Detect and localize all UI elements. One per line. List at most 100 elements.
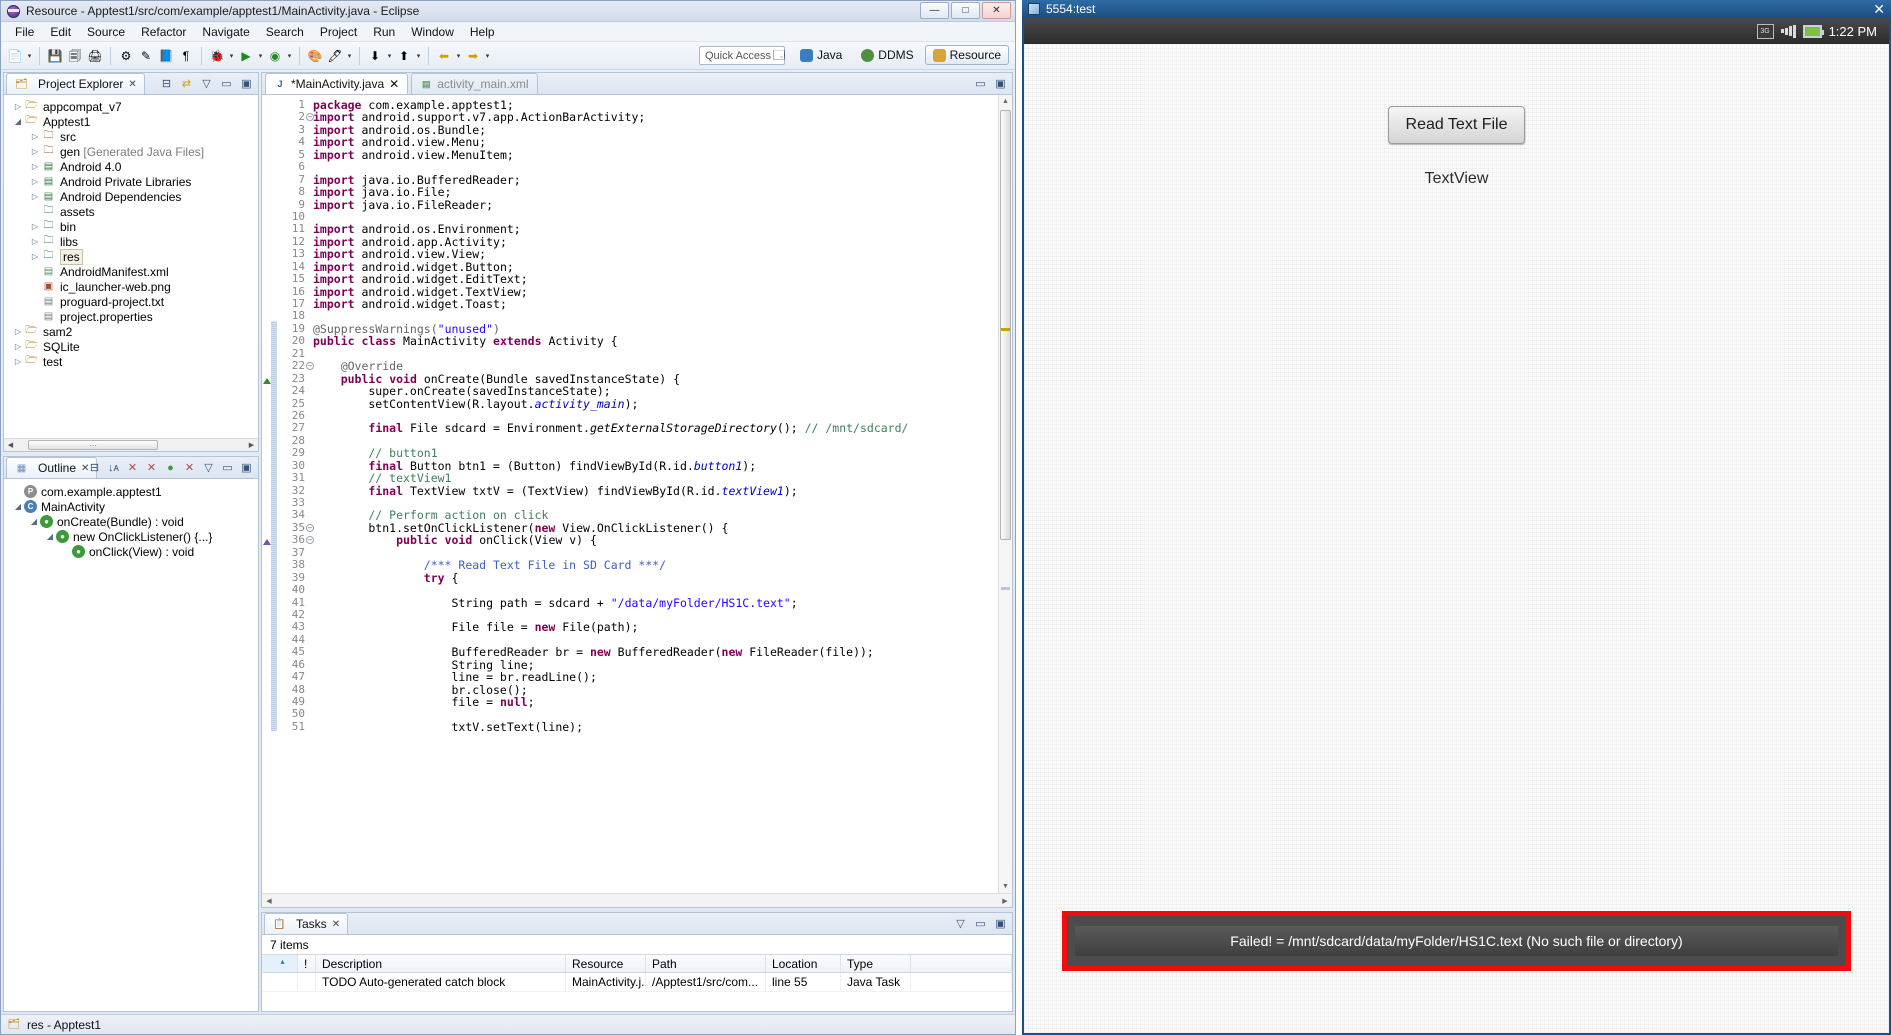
outline-expander-icon[interactable]: ◢: [12, 502, 24, 511]
outline-tree[interactable]: Pcom.example.apptest1 ◢ C MainActivity ◢ ● onC…: [4, 479, 258, 1011]
perspective-resource[interactable]: Resource: [924, 45, 1009, 65]
scroll-right-icon[interactable]: ▶: [245, 441, 258, 449]
perspective-ddms[interactable]: DDMS: [853, 45, 921, 65]
tab-outline[interactable]: ▦ Outline ✕: [6, 457, 98, 478]
outline-item[interactable]: ◢ ● onCreate(Bundle) : void: [10, 514, 258, 529]
close-icon[interactable]: ✕: [128, 79, 136, 90]
outline-expander-icon[interactable]: ◢: [28, 517, 40, 526]
code-editor[interactable]: 1 2−3 4 5 6 7 8 9 10 11 12 13 14 15 16 17 18 19 20 21 22−23 2…: [262, 95, 1012, 893]
debug-dropdown-icon[interactable]: ▾: [227, 52, 236, 60]
table-row[interactable]: TODO Auto-generated catch block MainActi…: [262, 973, 1012, 992]
close-icon[interactable]: ✕: [1873, 0, 1885, 18]
run-dropdown-icon[interactable]: ▾: [256, 52, 265, 60]
tree-expander-icon[interactable]: ▷: [12, 342, 24, 351]
tree-item[interactable]: ▷ ▤ Android Private Libraries: [8, 174, 258, 189]
menu-help[interactable]: Help: [462, 23, 503, 41]
tree-expander-icon[interactable]: ◢: [12, 117, 24, 126]
column-type[interactable]: Type: [841, 955, 911, 972]
save-icon[interactable]: 💾: [46, 47, 64, 65]
tree-item[interactable]: ▤ proguard-project.txt: [8, 294, 258, 309]
source-code[interactable]: package com.example.apptest1; import andr…: [307, 95, 998, 893]
open-type-icon[interactable]: ⬇: [366, 47, 384, 65]
debug-icon[interactable]: 🐞: [208, 47, 226, 65]
tree-item[interactable]: ▷ 🗀 bin: [8, 219, 258, 234]
column-path[interactable]: Path: [646, 955, 766, 972]
menu-refactor[interactable]: Refactor: [133, 23, 194, 41]
new-wizard-icon[interactable]: 📄: [6, 47, 24, 65]
maximize-view-icon[interactable]: ▣: [239, 460, 254, 475]
row-select-cell[interactable]: [262, 973, 298, 991]
tree-item[interactable]: ▷ 🗁 test: [8, 354, 258, 369]
tree-expander-icon[interactable]: ▷: [29, 222, 41, 231]
print-icon[interactable]: 🖨: [86, 47, 104, 65]
sort-icon[interactable]: ↓ᴀ: [106, 460, 121, 475]
tree-item[interactable]: ▷ 🗀 libs: [8, 234, 258, 249]
outline-item[interactable]: Pcom.example.apptest1: [10, 484, 258, 499]
tree-item[interactable]: ◢ 🗁 Apptest1: [8, 114, 258, 129]
menu-search[interactable]: Search: [258, 23, 312, 41]
tree-expander-icon[interactable]: ▷: [29, 162, 41, 171]
menu-navigate[interactable]: Navigate: [194, 23, 257, 41]
tree-item[interactable]: ▷ 🗀 gen [Generated Java Files]: [8, 144, 258, 159]
tree-expander-icon[interactable]: ▷: [29, 252, 41, 261]
scroll-thumb[interactable]: [1000, 110, 1011, 540]
column-priority[interactable]: !: [298, 955, 316, 972]
open-perspective-icon[interactable]: 🗔: [770, 46, 788, 64]
menu-edit[interactable]: Edit: [42, 23, 79, 41]
menu-window[interactable]: Window: [403, 23, 462, 41]
outline-item[interactable]: ● onClick(View) : void: [10, 544, 258, 559]
close-button[interactable]: ✕: [982, 2, 1011, 19]
view-menu-icon[interactable]: ▽: [199, 76, 214, 91]
run-external-icon[interactable]: ◉: [266, 47, 284, 65]
scroll-thumb[interactable]: ⋯: [28, 440, 158, 450]
menu-run[interactable]: Run: [365, 23, 403, 41]
menu-project[interactable]: Project: [312, 23, 365, 41]
run-icon[interactable]: ▶: [237, 47, 255, 65]
fold-toggle-icon[interactable]: −: [306, 523, 314, 532]
maximize-view-icon[interactable]: ▣: [239, 76, 254, 91]
build-icon[interactable]: ⚙: [117, 47, 135, 65]
avd-manager-icon[interactable]: 🖊: [326, 47, 344, 65]
close-icon[interactable]: ✕: [332, 919, 340, 930]
column-resource[interactable]: Resource: [566, 955, 646, 972]
column-select[interactable]: ▴: [262, 955, 298, 972]
scroll-down-icon[interactable]: ▼: [999, 880, 1012, 893]
tree-item[interactable]: ▷ 🗀 res: [8, 248, 258, 265]
tree-expander-icon[interactable]: ▷: [12, 327, 24, 336]
minimize-view-icon[interactable]: ▭: [219, 76, 234, 91]
run-external-dropdown-icon[interactable]: ▾: [285, 52, 294, 60]
view-menu-icon[interactable]: ▽: [201, 460, 216, 475]
tab-mainactivity-java[interactable]: J *MainActivity.java ✕: [265, 73, 409, 94]
read-text-file-button[interactable]: Read Text File: [1387, 106, 1526, 144]
editor-vertical-scrollbar[interactable]: ▲ ▼: [998, 95, 1012, 893]
tree-expander-icon[interactable]: ▷: [12, 357, 24, 366]
column-description[interactable]: Description: [316, 955, 566, 972]
tree-item[interactable]: ▷ 🗀 src: [8, 129, 258, 144]
pencil-icon[interactable]: ✎: [137, 47, 155, 65]
maximize-view-icon[interactable]: ▣: [993, 916, 1008, 931]
outline-item[interactable]: ◢ ● new OnClickListener() {...}: [10, 529, 258, 544]
collapse-all-icon[interactable]: ⊟: [87, 460, 102, 475]
tree-item[interactable]: ▷ 🗁 SQLite: [8, 339, 258, 354]
back-icon[interactable]: ⬅: [435, 47, 453, 65]
tree-item[interactable]: ▷ ▤ Android Dependencies: [8, 189, 258, 204]
hide-static-icon[interactable]: ✕: [144, 460, 159, 475]
column-location[interactable]: Location: [766, 955, 841, 972]
tree-expander-icon[interactable]: ▷: [29, 192, 41, 201]
save-all-icon[interactable]: 🗐: [66, 47, 84, 65]
minimize-view-icon[interactable]: ▭: [220, 460, 235, 475]
paragraph-icon[interactable]: ¶: [177, 47, 195, 65]
menu-file[interactable]: File: [7, 23, 42, 41]
hide-fields-icon[interactable]: ✕: [125, 460, 140, 475]
tab-tasks[interactable]: 📋 Tasks ✕: [264, 913, 349, 934]
maximize-editor-icon[interactable]: ▣: [993, 76, 1008, 91]
android-sdk-manager-icon[interactable]: 🎨: [306, 47, 324, 65]
hide-local-icon[interactable]: ✕: [182, 460, 197, 475]
back-dropdown-icon[interactable]: ▾: [454, 52, 463, 60]
view-menu-icon[interactable]: ▽: [953, 916, 968, 931]
tasks-table[interactable]: ▴ ! Description Resource Path Location T…: [262, 954, 1012, 1011]
minimize-view-icon[interactable]: ▭: [973, 916, 988, 931]
perspective-java[interactable]: Java: [792, 45, 850, 65]
project-tree[interactable]: ▷ 🗁 appcompat_v7 ◢ 🗁 Apptest1 ▷ 🗀 src ▷ 🗀 gen [Gene…: [4, 95, 258, 438]
maximize-button[interactable]: □: [951, 2, 980, 19]
